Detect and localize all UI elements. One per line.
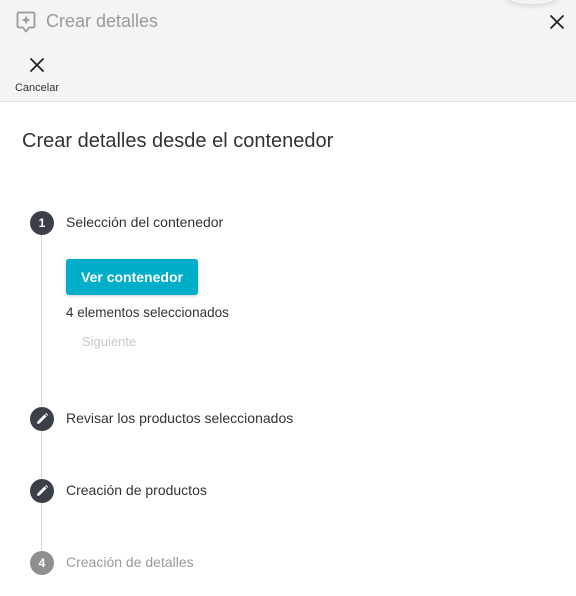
step-2-label: Revisar los productos seleccionados	[66, 410, 294, 426]
step-connector	[41, 503, 42, 550]
pencil-icon	[37, 412, 49, 424]
view-container-button[interactable]: Ver contenedor	[66, 259, 198, 295]
next-button[interactable]: Siguiente	[82, 334, 136, 349]
pencil-icon	[37, 484, 49, 496]
step-1-number: 1	[30, 211, 54, 235]
page-title: Crear detalles desde el contenedor	[22, 130, 334, 152]
step-3-label: Creación de productos	[66, 482, 207, 498]
sparkle-message-icon	[16, 11, 36, 33]
step-connector	[41, 235, 42, 405]
step-4-label: Creación de detalles	[66, 554, 194, 570]
cancel-label: Cancelar	[14, 82, 60, 94]
step-1-label: Selección del contenedor	[66, 214, 224, 230]
corner-shadow	[502, 0, 562, 4]
close-icon	[30, 58, 44, 72]
cancel-button[interactable]: Cancelar	[8, 52, 66, 98]
selected-count: 4 elementos seleccionados	[66, 305, 229, 320]
step-connector	[41, 431, 42, 478]
step-2-marker[interactable]	[30, 407, 54, 431]
title-bar: Crear detalles	[0, 0, 576, 44]
toolbar: Cancelar	[0, 44, 576, 102]
step-3-marker[interactable]	[30, 479, 54, 503]
window-title: Crear detalles	[46, 11, 159, 31]
step-4-number: 4	[30, 551, 54, 575]
close-icon[interactable]	[547, 12, 567, 32]
